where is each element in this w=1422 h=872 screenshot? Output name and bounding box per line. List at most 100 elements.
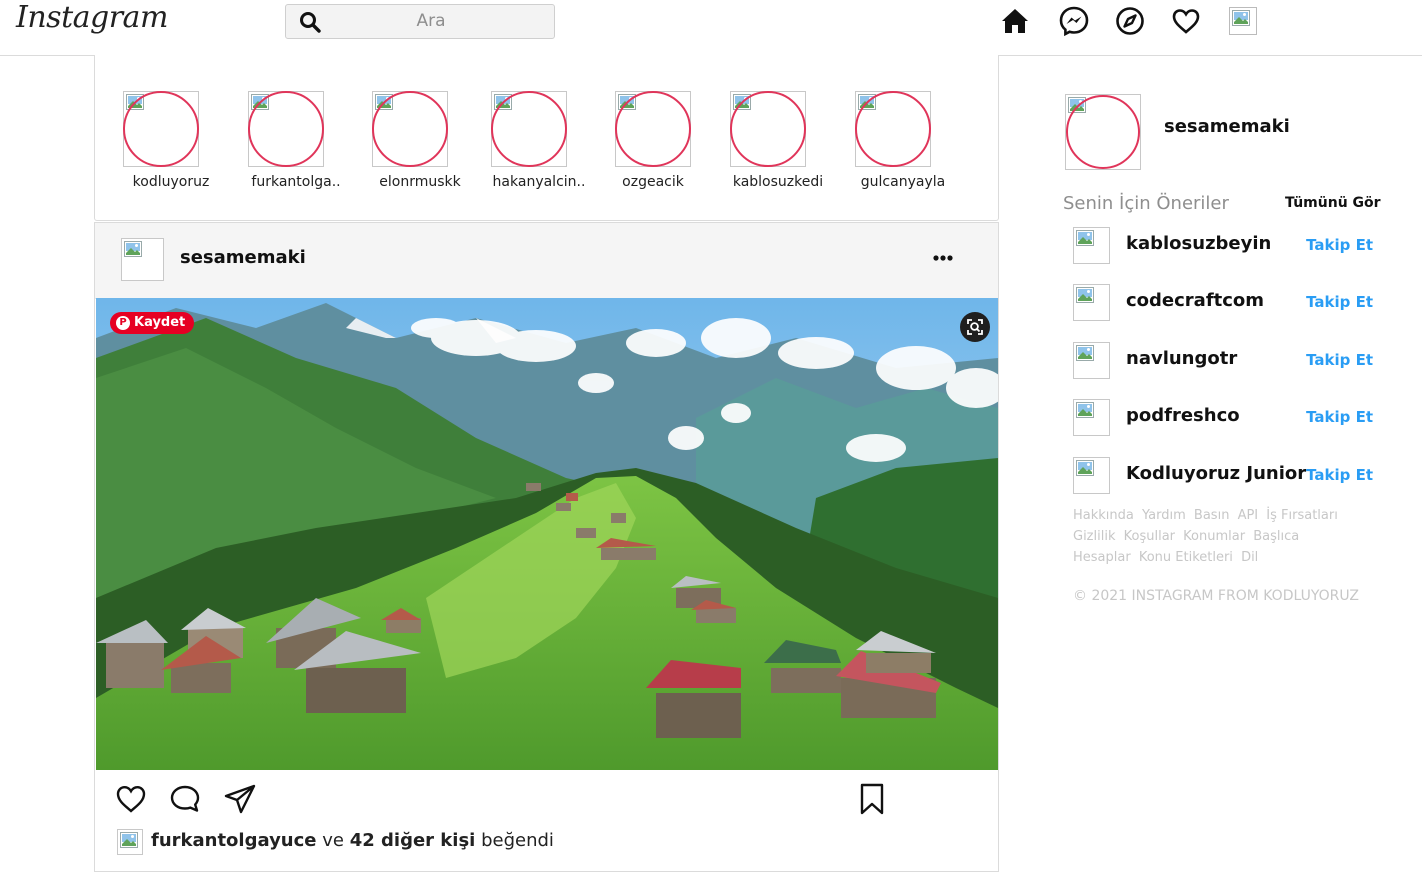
suggestions-heading: Senin İçin Öneriler (1063, 193, 1229, 214)
broken-image-icon (1076, 460, 1094, 476)
suggestion-username[interactable]: Kodluyoruz Junior (1126, 463, 1306, 484)
save-button-label: Kaydet (134, 315, 186, 330)
story-avatar[interactable] (123, 91, 199, 167)
more-options-icon[interactable] (931, 248, 955, 268)
suggestion-avatar[interactable] (1073, 399, 1110, 436)
suggestion-avatar[interactable] (1073, 457, 1110, 494)
story-ring (1066, 95, 1140, 169)
heart-icon[interactable] (1170, 5, 1202, 37)
footer-links: Hakkında Yardım Basın API İş Fırsatları … (1073, 505, 1363, 568)
broken-image-icon (120, 832, 138, 848)
story-avatar[interactable] (855, 91, 931, 167)
follow-button[interactable]: Takip Et (1306, 466, 1373, 484)
share-button[interactable] (222, 781, 258, 817)
story-username: kodluyoruz (132, 174, 210, 190)
footer-link-api[interactable]: API (1238, 508, 1259, 523)
footer-link-help[interactable]: Yardım (1142, 508, 1186, 523)
explore-icon[interactable] (1114, 5, 1146, 37)
see-all-link[interactable]: Tümünü Gör (1285, 195, 1381, 211)
liker-username[interactable]: furkantolgayuce (151, 830, 317, 851)
story-ring (248, 91, 324, 167)
footer-link-press[interactable]: Basın (1194, 508, 1230, 523)
broken-image-icon (1232, 10, 1250, 26)
messenger-icon[interactable] (1058, 5, 1090, 37)
pinterest-icon: P (116, 316, 130, 330)
story-username: ozgeacik (622, 174, 684, 190)
home-icon[interactable] (999, 5, 1031, 37)
comment-icon (170, 785, 200, 812)
liker-avatar[interactable] (117, 829, 143, 855)
story-avatar[interactable] (248, 91, 324, 167)
instagram-logo[interactable]: Instagram (16, 0, 168, 35)
post-photo[interactable]: P Kaydet (96, 298, 998, 770)
follow-button[interactable]: Takip Et (1306, 351, 1373, 369)
search-input[interactable] (326, 8, 536, 34)
story-ring (491, 91, 567, 167)
story-username: elonrmuskk (379, 174, 461, 190)
broken-image-icon (1076, 230, 1094, 246)
story-ring (730, 91, 806, 167)
top-navigation-bar: Instagram (0, 0, 1422, 56)
suggestion-avatar[interactable] (1073, 227, 1110, 264)
story-avatar[interactable] (491, 91, 567, 167)
story-avatar[interactable] (730, 91, 806, 167)
story-avatar[interactable] (372, 91, 448, 167)
footer-link-language[interactable]: Dil (1241, 550, 1258, 565)
bookmark-button[interactable] (854, 781, 890, 817)
heart-outline-icon (116, 785, 146, 813)
pinterest-save-button[interactable]: P Kaydet (110, 312, 195, 334)
post-header: sesamemaki (95, 223, 998, 299)
post-author-username[interactable]: sesamemaki (180, 247, 306, 268)
footer-link-jobs[interactable]: İş Fırsatları (1266, 508, 1338, 523)
likes-summary: furkantolgayuce ve 42 diğer kişi beğendi (117, 827, 977, 857)
likes-suffix: beğendi (481, 830, 554, 851)
suggestion-username[interactable]: codecraftcom (1126, 290, 1264, 311)
like-button[interactable] (113, 781, 149, 817)
post-author-avatar[interactable] (121, 238, 164, 281)
suggestion-username[interactable]: navlungotr (1126, 348, 1237, 369)
likes-others-count[interactable]: 42 diğer kişi (350, 830, 476, 851)
story-avatar[interactable] (615, 91, 691, 167)
story-ring (615, 91, 691, 167)
follow-button[interactable]: Takip Et (1306, 236, 1373, 254)
broken-image-icon (1076, 402, 1094, 418)
footer-link-privacy[interactable]: Gizlilik (1073, 529, 1116, 544)
broken-image-icon (1076, 345, 1094, 361)
suggestion-avatar[interactable] (1073, 284, 1110, 321)
bookmark-icon (860, 783, 884, 815)
visual-search-icon[interactable] (960, 312, 990, 342)
broken-image-icon (124, 241, 142, 257)
story-username: gulcanyayla (860, 174, 946, 190)
search-box[interactable] (285, 4, 555, 39)
profile-avatar[interactable] (1229, 7, 1257, 35)
follow-button[interactable]: Takip Et (1306, 408, 1373, 426)
suggestion-row: kablosuzbeyin Takip Et (1073, 227, 1373, 265)
footer-link-locations[interactable]: Konumlar (1183, 529, 1245, 544)
story-ring (855, 91, 931, 167)
story-ring (123, 91, 199, 167)
broken-image-icon (1076, 287, 1094, 303)
footer-link-terms[interactable]: Koşullar (1124, 529, 1175, 544)
suggestion-row: podfreshco Takip Et (1073, 399, 1373, 437)
current-user-avatar[interactable] (1065, 94, 1141, 170)
story-ring (372, 91, 448, 167)
copyright-text: © 2021 INSTAGRAM FROM KODLUYORUZ (1073, 588, 1359, 604)
suggestion-username[interactable]: podfreshco (1126, 405, 1240, 426)
story-username: furkantolga.. (251, 174, 341, 190)
suggestion-row: codecraftcom Takip Et (1073, 284, 1373, 322)
stories-bar: kodluyoruz furkantolga.. elonrmuskk haka… (94, 55, 999, 221)
footer-link-about[interactable]: Hakkında (1073, 508, 1134, 523)
suggestion-username[interactable]: kablosuzbeyin (1126, 233, 1271, 254)
follow-button[interactable]: Takip Et (1306, 293, 1373, 311)
send-icon (224, 784, 256, 814)
search-icon (299, 11, 321, 37)
feed-post: sesamemaki P Kaydet furkantolgayuce ve 4… (94, 222, 999, 872)
comment-button[interactable] (167, 781, 203, 817)
story-username: kablosuzkedi (732, 174, 824, 190)
current-username[interactable]: sesamemaki (1164, 116, 1290, 137)
suggestion-row: Kodluyoruz Junior Takip Et (1073, 457, 1373, 495)
story-username: hakanyalcin.. (492, 174, 586, 190)
likes-connector: ve (322, 830, 344, 851)
footer-link-hashtags[interactable]: Konu Etiketleri (1139, 550, 1233, 565)
suggestion-avatar[interactable] (1073, 342, 1110, 379)
